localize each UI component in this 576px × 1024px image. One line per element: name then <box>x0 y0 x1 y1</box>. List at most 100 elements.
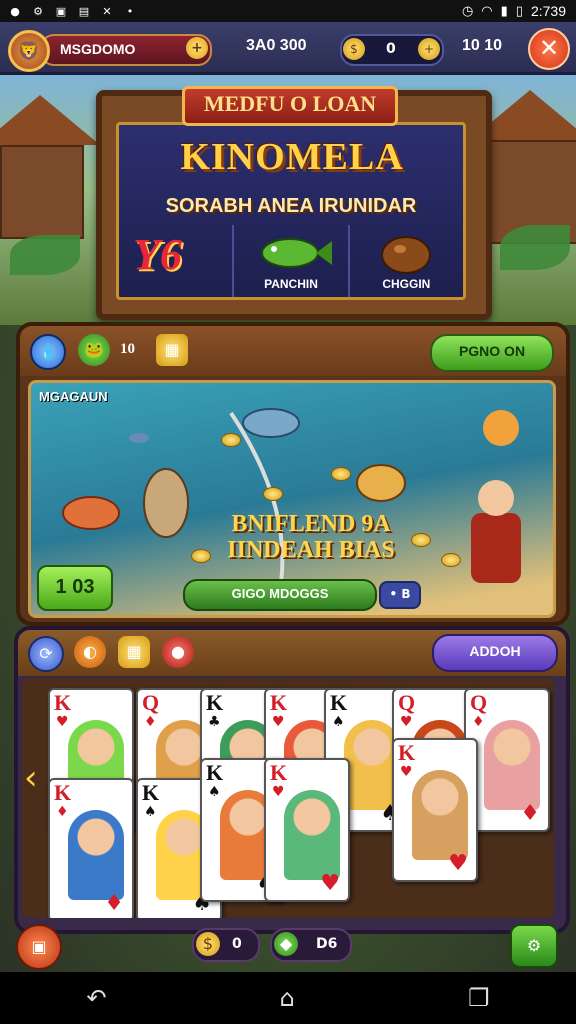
coin-value: 0 <box>386 41 396 57</box>
avatar[interactable]: 🦁 <box>8 30 50 72</box>
chest-icon[interactable]: ▣ <box>16 924 62 970</box>
chevron-left-icon[interactable]: ‹ <box>24 758 48 798</box>
count-value: 10 <box>120 341 135 357</box>
hut-left <box>0 145 84 239</box>
go-fishing-button[interactable]: PGNO ON <box>430 334 554 372</box>
mode-capsule-button[interactable]: GIGO MDOGGS <box>183 579 377 611</box>
card-suit-icon: ♦ <box>472 714 485 730</box>
card-rank: K <box>330 690 348 715</box>
scene-headline-line2: IINDEAH BIAS <box>227 537 395 563</box>
refresh-icon[interactable]: ⟳ <box>28 636 64 672</box>
fishing-scene: MGAGAUN BNIFLEND 9A IINDEAH BIAS 1 03 GI… <box>28 380 556 618</box>
bottom-hud: ▣ $ 0 ◆ D6 ⚙ <box>0 924 576 972</box>
clock: 2:739 <box>530 3 566 19</box>
card-rank: K <box>270 760 288 785</box>
status-bar: ● ⚙ ▣ ▤ ✕ • ◷ ◠ ▮ ▯ 2:739 <box>0 0 576 22</box>
slot-coin-label: CHGGIN <box>382 277 431 291</box>
apple-icon[interactable]: ● <box>162 636 194 668</box>
playing-card[interactable]: K ♦ ♦ <box>48 778 134 918</box>
coin-icon <box>331 467 351 481</box>
card-character-art <box>68 810 124 900</box>
dot-icon: • <box>126 4 134 18</box>
card-rank: Q <box>142 690 160 715</box>
card-suit-icon: ♠ <box>208 784 221 800</box>
fishing-panel-toolbar: 💧 🐸 10 ▦ PGNO ON <box>20 326 566 376</box>
slot-coin: CHGGIN <box>347 225 463 297</box>
bean-icon[interactable]: ◐ <box>74 636 106 668</box>
player-name-bar[interactable]: MSGDOMO + <box>40 34 212 66</box>
bottom-gem-pill[interactable]: ◆ D6 <box>270 928 352 962</box>
recents-icon[interactable]: ❐ <box>468 984 490 1012</box>
battery-icon: ▯ <box>515 3 523 19</box>
card-character-art <box>412 770 468 860</box>
leaf-decoration <box>500 225 570 270</box>
bottom-gem-value: D6 <box>316 936 338 952</box>
title-board-inner: KINOMELA SORABH ANEA IRUNIDAR Y6 PANCHIN <box>116 122 466 300</box>
close-button[interactable]: ✕ <box>528 28 570 70</box>
player-name: MSGDOMO <box>60 41 136 57</box>
reward-slots: Y6 PANCHIN CHGGIN <box>119 225 463 297</box>
card-rank: K <box>398 740 416 765</box>
playing-card[interactable]: K♥♥ <box>264 758 350 902</box>
card-suit-icon: ♦ <box>56 804 69 820</box>
water-icon[interactable]: 💧 <box>30 334 66 370</box>
coin-icon: $ <box>196 932 220 956</box>
slot-number: Y6 <box>119 225 232 297</box>
score-value: 3A0 300 <box>246 37 307 54</box>
mini-button[interactable]: • B <box>379 581 421 609</box>
card-rank: K <box>270 690 288 715</box>
card-rank: K <box>206 760 224 785</box>
level-badge[interactable]: 1 03 <box>37 565 113 611</box>
card-suit-icon: ♣ <box>208 714 221 730</box>
title-banner: MEDFU O LOAN <box>182 86 398 126</box>
add-gold-button[interactable]: + <box>186 37 208 59</box>
slot-fish: PANCHIN <box>232 225 347 297</box>
settings-wrench-icon[interactable]: ⚙ <box>510 924 558 968</box>
add-button[interactable]: ADDOH <box>432 634 558 672</box>
leaf-decoration <box>10 235 80 275</box>
card-suit-icon: ♥ <box>400 714 413 730</box>
frog-icon[interactable]: 🐸 <box>78 334 110 366</box>
card-rank: Q <box>398 690 416 715</box>
alarm-icon: ◷ <box>461 3 474 19</box>
coin-icon <box>263 487 283 501</box>
wifi-icon: ◠ <box>481 3 493 19</box>
scene-headline: BNIFLEND 9A IINDEAH BIAS <box>201 511 421 563</box>
gold-stack-icon[interactable]: ▦ <box>156 334 188 366</box>
card-panel-toolbar: ⟳ ◐ ▦ ● ADDOH <box>18 630 566 676</box>
card-panel: ⟳ ◐ ▦ ● ADDOH ‹ K♥♥Q♦♦K♣♣K♥♥K♠♠Q♥♥Q♦♦K♦♦… <box>14 626 570 934</box>
card-suit-icon: ♠ <box>144 804 157 820</box>
chart-icon: ▤ <box>78 4 90 18</box>
card-suit-icon: ♦ <box>104 891 124 916</box>
gold-stack-icon[interactable]: ▦ <box>118 636 150 668</box>
bottom-coin-pill[interactable]: $ 0 <box>192 928 260 962</box>
fishing-panel: 💧 🐸 10 ▦ PGNO ON MGAGAUN BNIFLEND 9A IIN… <box>16 322 570 626</box>
coin-icon <box>221 433 241 447</box>
title-board: KINOMELA SORABH ANEA IRUNIDAR Y6 PANCHIN <box>96 86 492 320</box>
back-icon[interactable]: ↶ <box>87 984 107 1012</box>
card-rank: K <box>54 780 72 805</box>
card-suit-icon: ♥ <box>320 871 340 896</box>
card-area: ‹ K♥♥Q♦♦K♣♣K♥♥K♠♠Q♥♥Q♦♦K♦♦K♠♠K♠♠K♥♥K♥♥ <box>22 678 554 918</box>
card-character-art <box>484 720 540 810</box>
energy-value: 10 10 <box>462 37 503 54</box>
mute-icon: ✕ <box>102 4 112 18</box>
coin-icon: $ <box>343 38 365 60</box>
hut-roof-left <box>0 95 100 145</box>
card-rank: K <box>206 690 224 715</box>
system-nav-bar: ↶ ⌂ ❐ <box>0 972 576 1024</box>
card-suit-icon: ♥ <box>272 714 285 730</box>
add-coin-button[interactable]: + <box>418 38 440 60</box>
gem-icon: ◆ <box>274 932 298 956</box>
game-subtitle: SORABH ANEA IRUNIDAR <box>165 195 417 217</box>
card-rank: K <box>142 780 160 805</box>
card-suit-icon: ♦ <box>520 801 540 826</box>
image-icon: ▣ <box>55 4 67 18</box>
card-rank: Q <box>470 690 488 715</box>
card-suit-icon: ♥ <box>56 714 69 730</box>
fish-icon <box>261 238 333 268</box>
coin-bar[interactable]: $ 0 + <box>340 34 444 66</box>
card-suit-icon: ♦ <box>144 714 157 730</box>
playing-card[interactable]: K♥♥ <box>392 738 478 882</box>
home-icon[interactable]: ⌂ <box>280 984 295 1012</box>
